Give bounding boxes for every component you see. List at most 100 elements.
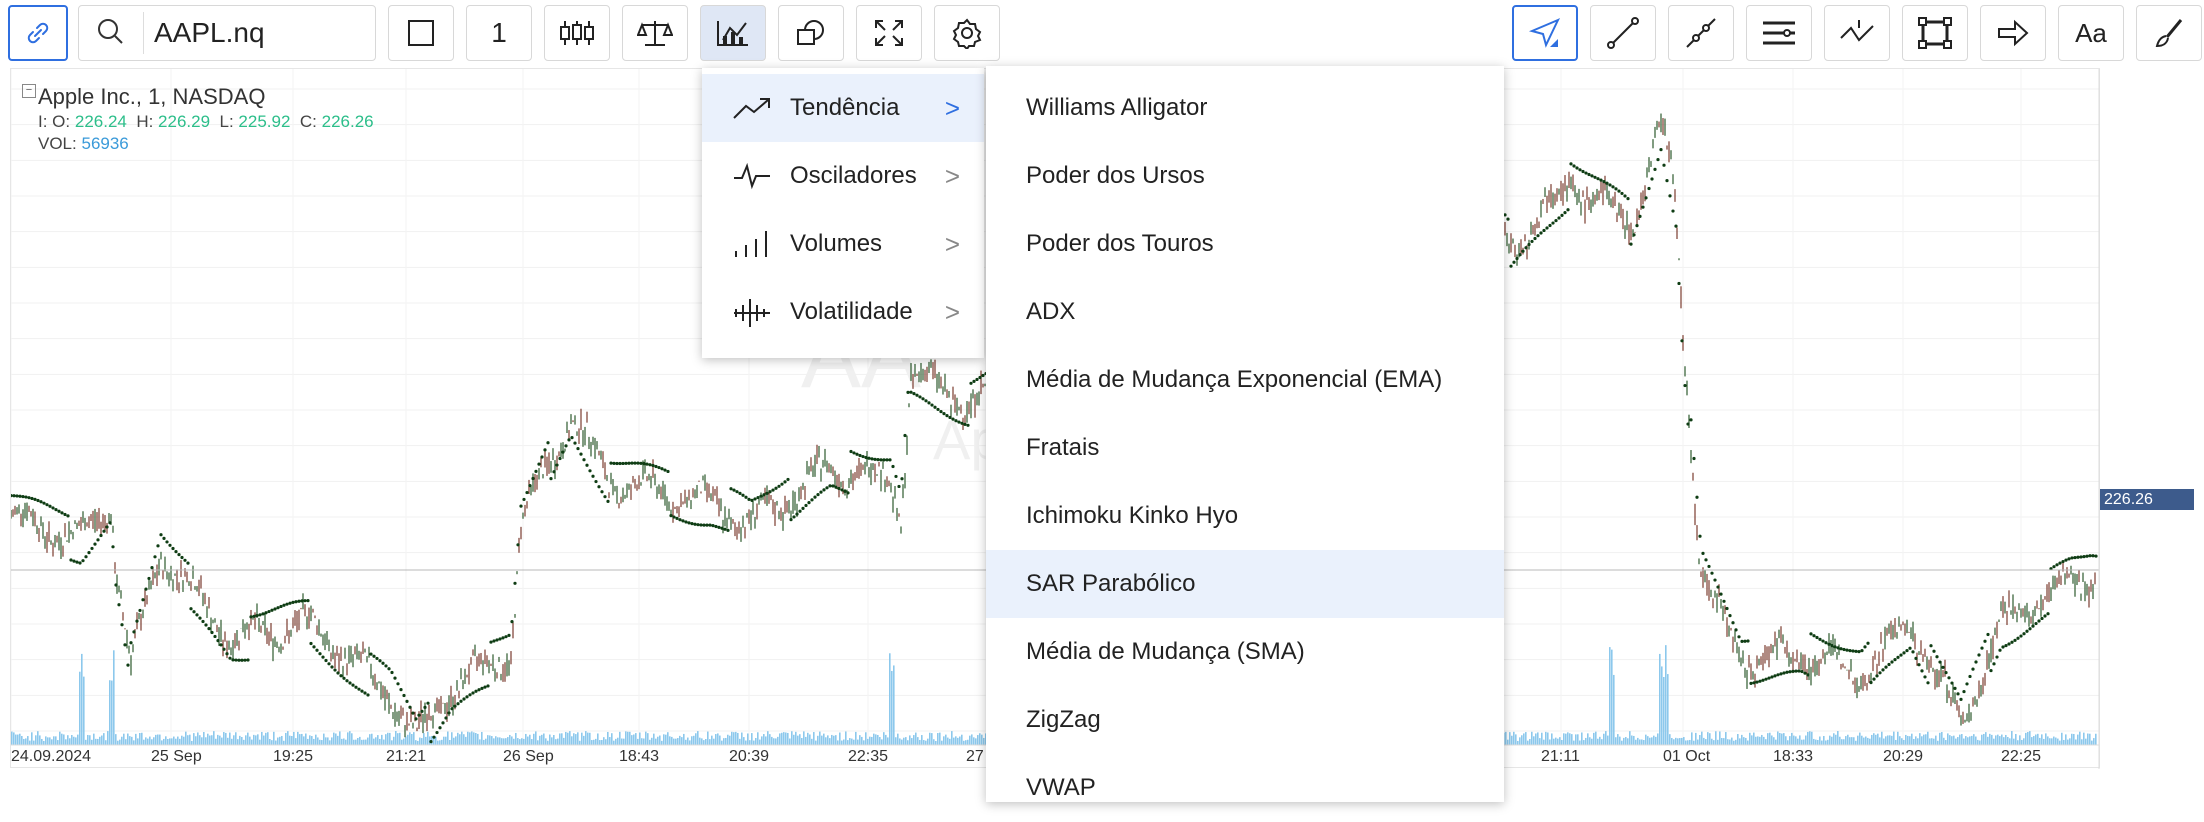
arrow-tool-button[interactable] [1980,5,2046,61]
lines-tool-button[interactable] [1746,5,1812,61]
sar-dot [1563,211,1567,215]
sar-dot [2085,554,2089,558]
volume-bar [1821,740,1823,745]
sar-dot [192,610,196,614]
sar-dot [492,639,496,643]
volume-bar [1899,736,1901,745]
volume-bar [1521,735,1523,745]
indicator-item[interactable]: Média de Mudança (SMA) [986,618,1504,686]
sar-dot [825,486,829,490]
sar-dot [564,444,568,448]
menu-category-volumes[interactable]: Volumes > [702,210,984,278]
sar-dot [1980,646,1984,650]
volume-bar [563,737,565,745]
sar-dot [1998,648,2002,652]
volume-bar [799,734,801,745]
volume-bar [1715,731,1717,745]
indicator-item[interactable]: VWAP [986,754,1504,822]
volume-bar [21,735,23,745]
volume-bar [773,738,775,745]
volume-bar [2079,731,2081,745]
menu-category-volatility[interactable]: Volatilidade > [702,278,984,346]
volume-bar [1669,734,1671,745]
sar-dot [342,676,346,680]
sar-dot [474,689,478,693]
indicator-item[interactable]: Fratais [986,414,1504,482]
settings-button[interactable] [934,5,1000,61]
sar-dot [1689,418,1693,422]
sar-dot [1788,670,1792,674]
sar-dot [486,684,490,688]
indicator-item[interactable]: Poder dos Touros [986,210,1504,278]
brush-tool-button[interactable] [2136,5,2202,61]
text-tool-button[interactable]: Aa [2058,5,2124,61]
link-button[interactable] [8,5,68,61]
chart-area-button[interactable] [388,5,454,61]
sar-dot [960,421,964,425]
volume-bar [1955,738,1957,745]
sar-dot [1791,669,1795,673]
shapes-button[interactable] [778,5,844,61]
sar-dot [1653,167,1657,171]
indicators-button[interactable] [700,5,766,61]
symbol-input[interactable] [143,12,376,54]
volume-bar [155,734,157,745]
indicator-item[interactable]: Poder dos Ursos [986,142,1504,210]
volume-bar [863,740,865,745]
volume-bar [973,737,975,745]
sar-dot [1641,205,1645,209]
pattern-tool-button[interactable] [1824,5,1890,61]
sar-dot [1713,578,1717,582]
cursor-tool-button[interactable] [1512,5,1578,61]
volume-bar [1873,733,1875,745]
legend-collapse-toggle[interactable]: − [22,84,36,98]
compare-button[interactable] [622,5,688,61]
candles-button[interactable] [544,5,610,61]
sar-dot [1845,648,1849,652]
sar-dot [849,449,853,454]
volume-bar [1957,737,1959,745]
volume-bar [1881,731,1883,745]
sar-dot [528,483,532,488]
volume-bar [1667,674,1669,745]
indicator-item[interactable]: Williams Alligator [986,74,1504,142]
indicator-item[interactable]: ADX [986,278,1504,346]
ray-tool-button[interactable] [1668,5,1734,61]
sar-dot [2031,624,2035,628]
volume-bar [541,734,543,745]
indicator-item[interactable]: SAR Parabólico [986,550,1504,618]
volume-bar [225,732,227,745]
volume-bar [697,731,699,745]
volume-bar [721,740,723,745]
volume-bar [1673,739,1675,745]
volume-bar [13,732,15,745]
volume-bar [557,738,559,745]
volume-bar [261,731,263,745]
fullscreen-button[interactable] [856,5,922,61]
volume-bar [2049,738,2051,745]
sar-dot [429,740,433,744]
sar-dot [231,658,235,662]
indicator-item[interactable]: Média de Mudança Exponencial (EMA) [986,346,1504,414]
volume-bar [1979,740,1981,745]
indicator-item[interactable]: Ichimoku Kinko Hyo [986,482,1504,550]
trendline-tool-button[interactable] [1590,5,1656,61]
volume-bar [141,732,143,745]
menu-category-oscillators[interactable]: Osciladores > [702,142,984,210]
sar-dot [2046,612,2050,616]
volume-bar [1689,739,1691,745]
volume-bar [2061,732,2063,745]
sar-dot [1527,242,1531,247]
sar-dot [141,598,145,602]
sar-dot [1554,218,1558,223]
volume-bar [1561,739,1563,745]
interval-button[interactable]: 1 [466,5,532,61]
volume-bar [643,738,645,745]
indicator-item[interactable]: ZigZag [986,686,1504,754]
volume-bar [1895,739,1897,745]
volume-bar [621,738,623,745]
symbol-search[interactable] [78,5,376,61]
volume-bar [1645,734,1647,745]
menu-category-trend[interactable]: Tendência > [702,74,984,142]
rectangle-tool-button[interactable] [1902,5,1968,61]
